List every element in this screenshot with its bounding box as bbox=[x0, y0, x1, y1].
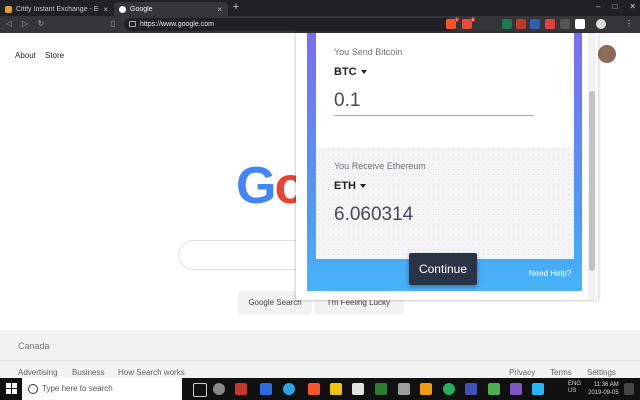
windows-start-icon[interactable] bbox=[6, 383, 18, 395]
window-controls: – □ ✕ bbox=[596, 2, 636, 11]
popup-gradient-panel: You Send Bitcoin BTC 0.1 You Receive Eth… bbox=[307, 33, 582, 291]
app-gray-icon[interactable] bbox=[398, 383, 410, 395]
maximize-icon[interactable]: □ bbox=[612, 2, 617, 11]
app-orange-icon[interactable] bbox=[420, 383, 432, 395]
app-green-round-icon[interactable] bbox=[443, 383, 455, 395]
send-amount-input[interactable]: 0.1 bbox=[334, 90, 360, 112]
settings-gear-icon[interactable] bbox=[213, 383, 225, 395]
exchange-card: You Send Bitcoin BTC 0.1 You Receive Eth… bbox=[316, 33, 574, 259]
close-window-icon[interactable]: ✕ bbox=[629, 2, 636, 11]
taskbar-search-box[interactable]: Type here to search bbox=[22, 378, 182, 400]
windows-taskbar: Type here to search ENG US 11:36 AM 2019… bbox=[0, 378, 640, 400]
tray-clock[interactable]: 11:36 AM 2019-09-05 bbox=[588, 381, 619, 397]
app-purple-icon[interactable] bbox=[510, 383, 522, 395]
receive-label: You Receive Ethereum bbox=[334, 161, 426, 171]
brave-browser-icon[interactable] bbox=[308, 383, 320, 395]
popup-scrollbar[interactable] bbox=[588, 33, 596, 300]
exchange-popup: You Send Bitcoin BTC 0.1 You Receive Eth… bbox=[296, 33, 598, 300]
footer-links-bar: Advertising Business How Search works Pr… bbox=[0, 361, 640, 378]
account-avatar[interactable] bbox=[598, 45, 616, 63]
footer-link-settings[interactable]: Settings bbox=[587, 368, 616, 377]
tray-date: 2019-09-05 bbox=[588, 390, 619, 396]
country-label: Canada bbox=[18, 341, 50, 351]
receive-section: You Receive Ethereum ETH 6.060314 bbox=[316, 147, 574, 259]
extension-white-icon[interactable] bbox=[575, 19, 585, 29]
extension-green-icon[interactable] bbox=[502, 19, 512, 29]
logo-letter-g: G bbox=[236, 157, 276, 215]
app-red-icon[interactable] bbox=[235, 383, 247, 395]
app-blue-icon[interactable] bbox=[260, 383, 272, 395]
continue-button[interactable]: Continue bbox=[409, 253, 477, 285]
footer-link-business[interactable]: Business bbox=[72, 368, 104, 377]
tab-google-title: Google bbox=[130, 5, 153, 13]
send-coin-select[interactable]: BTC bbox=[334, 66, 367, 78]
popup-scrollbar-thumb[interactable] bbox=[589, 91, 595, 271]
footer-country-bar: Canada bbox=[0, 330, 640, 361]
citify-favicon-icon bbox=[5, 5, 12, 13]
app-green-icon[interactable] bbox=[375, 383, 387, 395]
app-sheet-icon[interactable] bbox=[488, 383, 500, 395]
extension-blue-icon[interactable] bbox=[530, 19, 540, 29]
need-help-link[interactable]: Need Help? bbox=[529, 269, 571, 278]
google-logo: Go bbox=[236, 157, 306, 215]
send-label: You Send Bitcoin bbox=[334, 47, 403, 57]
app-indigo-icon[interactable] bbox=[465, 383, 477, 395]
chevron-down-icon bbox=[360, 184, 366, 189]
store-bag-icon[interactable] bbox=[330, 383, 342, 395]
footer-link-advertising[interactable]: Advertising bbox=[18, 368, 58, 377]
tab-bar: Citify Instant Exchange - Edit Item × Go… bbox=[0, 0, 640, 16]
cortana-icon bbox=[28, 384, 38, 394]
footer-link-terms[interactable]: Terms bbox=[550, 368, 572, 377]
tray-language[interactable]: ENG US bbox=[568, 381, 581, 395]
google-favicon-icon bbox=[119, 5, 126, 13]
url-text[interactable]: https://www.google.com bbox=[140, 19, 214, 30]
extension-red-badge: 5 bbox=[470, 17, 475, 22]
app-white-icon[interactable] bbox=[352, 383, 364, 395]
profile-icon[interactable] bbox=[596, 19, 606, 29]
extension-link-icon[interactable] bbox=[545, 19, 555, 29]
lock-icon bbox=[129, 21, 136, 27]
send-coin-value: BTC bbox=[334, 66, 357, 78]
brave-badge: 1 bbox=[454, 17, 459, 22]
chevron-down-icon bbox=[360, 70, 367, 75]
brave-shield-icon[interactable]: 1 bbox=[446, 17, 459, 29]
receive-amount-value: 6.060314 bbox=[334, 204, 414, 225]
telegram-icon[interactable] bbox=[283, 383, 295, 395]
receive-coin-value: ETH bbox=[334, 180, 356, 192]
extension-arrow-icon[interactable] bbox=[516, 19, 526, 29]
tray-language-text: ENG US bbox=[568, 381, 582, 394]
minimize-icon[interactable]: – bbox=[596, 2, 600, 11]
extension-gray-icon[interactable] bbox=[560, 19, 570, 29]
address-bar[interactable]: https://www.google.com bbox=[124, 18, 454, 31]
new-tab-button[interactable]: + bbox=[230, 1, 242, 14]
browser-toolbar: ◁ ▷ ↻ ▯ https://www.google.com 1 5 ⋮ bbox=[0, 16, 640, 33]
tab-google-close-icon[interactable]: × bbox=[217, 5, 222, 14]
reload-icon[interactable]: ↻ bbox=[36, 19, 46, 29]
send-amount-underline bbox=[334, 115, 534, 116]
menu-icon[interactable]: ⋮ bbox=[624, 19, 634, 29]
about-link[interactable]: About bbox=[15, 51, 36, 60]
tab-citify-title: Citify Instant Exchange - Edit Item bbox=[16, 5, 99, 13]
forward-icon[interactable]: ▷ bbox=[20, 19, 30, 29]
footer-link-privacy[interactable]: Privacy bbox=[509, 368, 535, 377]
task-view-icon[interactable] bbox=[193, 383, 207, 397]
app-lightblue-icon[interactable] bbox=[532, 383, 544, 395]
back-icon[interactable]: ◁ bbox=[4, 19, 14, 29]
store-link[interactable]: Store bbox=[45, 51, 64, 60]
tray-time: 11:36 AM bbox=[593, 382, 619, 388]
extension-red-icon[interactable]: 5 bbox=[462, 17, 475, 29]
tab-citify-close-icon[interactable]: × bbox=[103, 5, 108, 14]
footer-link-how-search-works[interactable]: How Search works bbox=[118, 368, 185, 377]
notification-icon[interactable] bbox=[624, 383, 634, 395]
taskbar-search-placeholder: Type here to search bbox=[42, 384, 113, 393]
receive-coin-select[interactable]: ETH bbox=[334, 180, 366, 192]
bookmark-icon[interactable]: ▯ bbox=[108, 19, 118, 29]
tab-citify[interactable]: Citify Instant Exchange - Edit Item × bbox=[0, 2, 114, 16]
tab-google[interactable]: Google × bbox=[114, 2, 228, 16]
